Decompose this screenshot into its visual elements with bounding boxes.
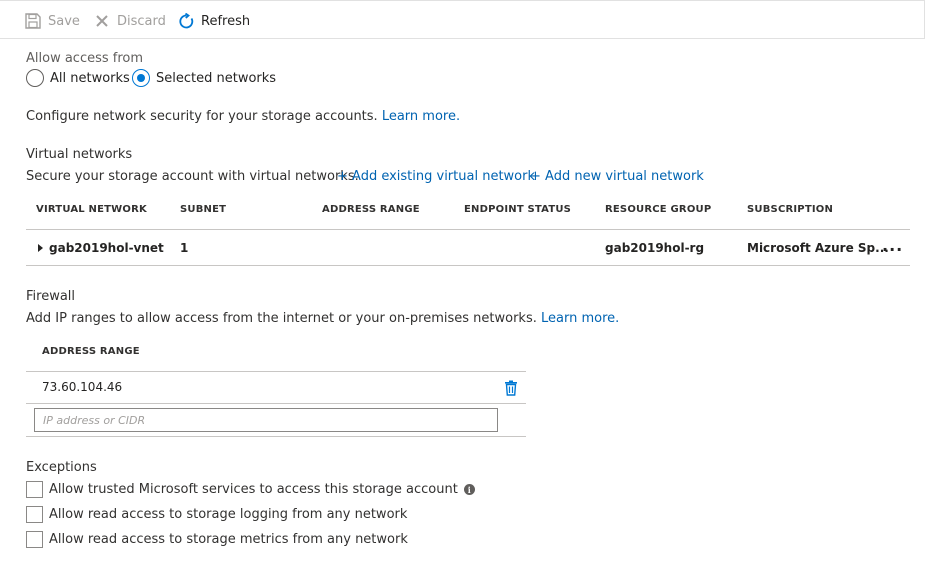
firewall-description: Add IP ranges to allow access from the i… [26,311,537,326]
column-header: SUBNET [180,204,227,215]
save-button[interactable]: Save [24,10,80,32]
column-header: SUBSCRIPTION [747,204,834,215]
checkbox-box [26,531,43,548]
expand-caret-icon[interactable] [38,244,43,252]
configure-description: Configure network security for your stor… [26,109,378,124]
checkbox-box [26,481,43,498]
virtual-networks-table: VIRTUAL NETWORK SUBNET ADDRESS RANGE END… [26,193,910,266]
checkbox-label: Allow trusted Microsoft services to acce… [49,482,458,497]
delete-icon[interactable] [504,380,518,396]
discard-button[interactable]: Discard [93,10,166,32]
checkbox-box [26,506,43,523]
allow-access-heading: Allow access from [26,51,144,66]
vnet-name: gab2019hol-vnet [49,241,164,255]
save-label: Save [48,13,80,29]
refresh-label: Refresh [201,13,251,29]
table-header: ADDRESS RANGE [26,336,526,372]
radio-circle [26,69,44,87]
column-header: ENDPOINT STATUS [464,204,572,215]
discard-label: Discard [117,13,166,29]
table-row: 73.60.104.46 [26,372,526,404]
ip-range-value: 73.60.104.46 [42,380,123,394]
checkbox-logging-access[interactable]: Allow read access to storage logging fro… [26,506,407,523]
more-options-button[interactable]: ... [882,236,903,255]
column-header: ADDRESS RANGE [322,204,420,215]
command-bar: Save Discard Refresh [0,0,925,39]
refresh-icon [177,12,195,30]
column-header: ADDRESS RANGE [42,346,140,357]
radio-circle-checked [132,69,150,87]
firewall-heading: Firewall [26,289,76,304]
table-row[interactable]: gab2019hol-vnet 1 gab2019hol-rg Microsof… [26,230,910,266]
checkbox-label: Allow read access to storage metrics fro… [49,532,408,547]
learn-more-link[interactable]: Learn more. [382,109,460,124]
exceptions-heading: Exceptions [26,460,97,475]
ip-address-input[interactable] [34,408,498,432]
firewall-table: ADDRESS RANGE 73.60.104.46 [26,336,526,437]
save-icon [24,12,42,30]
info-icon[interactable]: i [463,484,475,495]
radio-label: All networks [50,70,130,86]
add-existing-vnet-link[interactable]: + Add existing virtual network [337,169,535,184]
virtual-networks-heading: Virtual networks [26,147,133,162]
subnet-count: 1 [180,241,189,255]
radio-selected-networks[interactable]: Selected networks [132,69,276,87]
checkbox-label: Allow read access to storage logging fro… [49,507,408,522]
add-new-vnet-link[interactable]: + Add new virtual network [530,169,704,184]
firewall-text: Add IP ranges to allow access from the i… [26,311,619,326]
resource-group-cell: gab2019hol-rg [605,241,705,255]
radio-all-networks[interactable]: All networks [26,69,130,87]
close-icon [93,12,111,30]
table-header: VIRTUAL NETWORK SUBNET ADDRESS RANGE END… [26,193,910,230]
radio-label: Selected networks [156,70,277,86]
refresh-button[interactable]: Refresh [177,10,250,32]
column-header: VIRTUAL NETWORK [36,204,147,215]
firewall-learn-more-link[interactable]: Learn more. [541,311,619,326]
virtual-networks-description: Secure your storage account with virtual… [26,169,359,184]
configure-text: Configure network security for your stor… [26,109,460,124]
column-header: RESOURCE GROUP [605,204,712,215]
subscription-cell: Microsoft Azure Sp... [747,241,889,255]
table-row [26,404,526,437]
checkbox-metrics-access[interactable]: Allow read access to storage metrics fro… [26,531,408,548]
checkbox-trusted-services[interactable]: Allow trusted Microsoft services to acce… [26,481,475,498]
